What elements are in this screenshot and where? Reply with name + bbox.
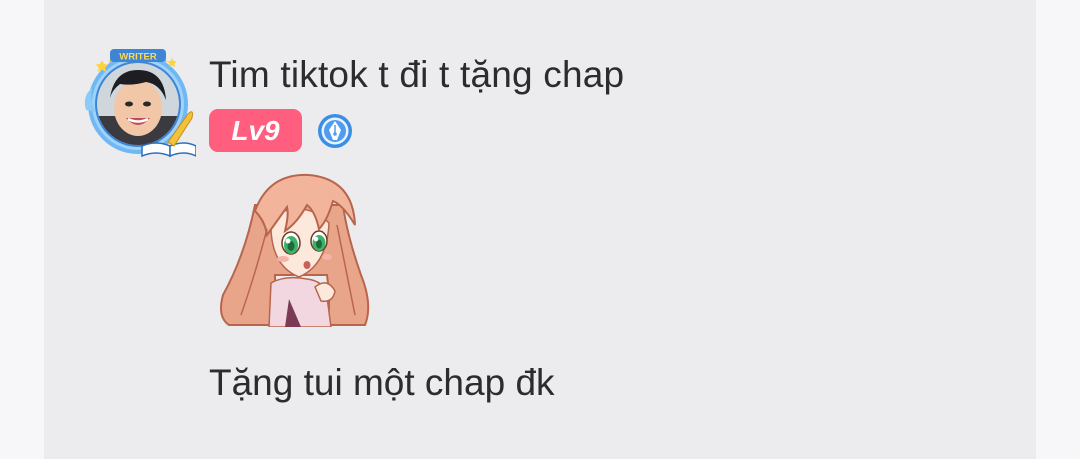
comment-username[interactable]: Tim tiktok t đi t tặng chap bbox=[209, 54, 624, 96]
comment-body: Tặng tui một chap đk bbox=[209, 362, 555, 403]
avatar-frame-label: WRITER bbox=[119, 52, 157, 63]
anime-girl-sticker bbox=[220, 173, 370, 327]
user-avatar[interactable]: WRITER bbox=[80, 46, 196, 162]
pen-nib-badge-icon bbox=[318, 114, 352, 148]
level-label: Lv9 bbox=[231, 114, 280, 146]
level-badge: Lv9 bbox=[209, 109, 302, 152]
